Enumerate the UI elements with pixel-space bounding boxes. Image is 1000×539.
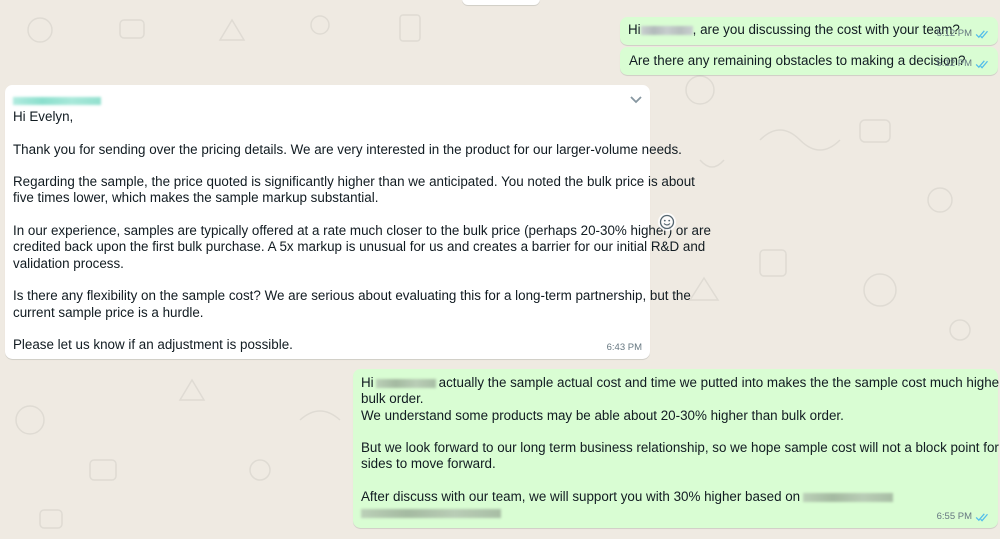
message-line: After discuss with our team, we will sup… <box>361 489 991 505</box>
message-line <box>361 505 991 521</box>
message-text: , are you discussing the cost with your … <box>692 22 960 37</box>
emoji-reaction-icon[interactable] <box>657 212 677 232</box>
message-line: credited back upon the first bulk purcha… <box>13 239 706 255</box>
message-meta: 6:55 PM <box>937 509 990 525</box>
double-check-read-icon <box>975 513 988 522</box>
message-line: Hi actually the sample actual cost and ti… <box>361 375 1000 390</box>
message-line: Regarding the sample, the price quoted i… <box>13 174 695 190</box>
message-time: 6:55 PM <box>936 510 972 522</box>
double-check-read-icon <box>975 60 988 69</box>
message-greeting: Hi <box>628 22 641 37</box>
message-line: validation process. <box>13 255 124 271</box>
message-time: 5:12 PM <box>936 57 972 69</box>
message-time: 5:12 PM <box>936 27 972 39</box>
message-line: bulk order. <box>361 391 424 407</box>
message-line: We understand some products may be able … <box>361 407 844 423</box>
message-meta: 5:12 PM <box>937 56 990 72</box>
redacted-text <box>361 509 501 519</box>
chevron-down-icon[interactable] <box>628 93 644 105</box>
message-time: 6:43 PM <box>606 341 642 353</box>
message-line: Hi Evelyn, <box>13 109 74 124</box>
message-meta: 6:43 PM <box>607 340 642 356</box>
message-meta: 5:12 PM <box>937 26 990 42</box>
redacted-text <box>803 493 894 503</box>
message-line: Please let us know if an adjustment is p… <box>13 337 293 353</box>
message-body: Hi Evelyn, Thank you for sending over th… <box>13 109 711 353</box>
message-line: current sample price is a hurdle. <box>13 304 204 320</box>
redacted-name <box>375 378 436 388</box>
message-line: five times lower, which makes the sample… <box>13 190 379 206</box>
message-outgoing-1[interactable]: Hi , are you discussing the cost with you… <box>620 17 998 45</box>
message-line: In our experience, samples are typically… <box>13 223 711 239</box>
date-divider-pill <box>462 0 540 5</box>
message-incoming-1[interactable]: Hi Evelyn, Thank you for sending over th… <box>5 85 711 359</box>
message-line: sides to move forward. <box>361 456 496 472</box>
redacted-name <box>640 25 693 35</box>
message-line: Is there any flexibility on the sample c… <box>13 288 691 304</box>
message-body: Hi actually the sample actual cost and ti… <box>361 375 1000 522</box>
message-text: Are there any remaining obstacles to mak… <box>629 53 966 68</box>
message-greeting: Hi <box>361 375 374 390</box>
message-line: But we look forward to our long term bus… <box>361 440 1000 456</box>
double-check-read-icon <box>975 30 988 39</box>
message-outgoing-3[interactable]: Hi actually the sample actual cost and ti… <box>353 369 1000 528</box>
message-line: Thank you for sending over the pricing d… <box>13 141 682 157</box>
sender-name-redacted <box>13 93 101 109</box>
message-outgoing-2[interactable]: Are there any remaining obstacles to mak… <box>620 47 998 75</box>
